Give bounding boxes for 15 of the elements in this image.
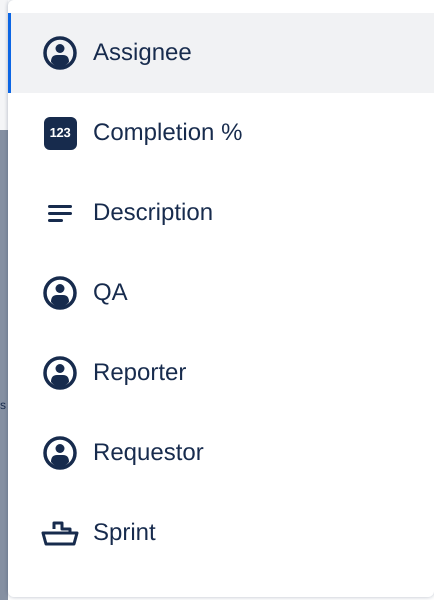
menu-item[interactable]: Assignee <box>8 13 434 93</box>
menu-item[interactable]: Requestor <box>8 413 434 493</box>
menu-item[interactable]: Reporter <box>8 333 434 413</box>
user-avatar-icon <box>43 36 77 70</box>
menu-item[interactable]: QA <box>8 253 434 333</box>
number-icon: 123 <box>44 116 76 150</box>
menu-item[interactable]: Description <box>8 173 434 253</box>
background-text: s <box>0 399 7 411</box>
boat-icon <box>41 520 79 546</box>
text-lines-icon <box>47 203 73 223</box>
menu-item[interactable]: Sprint <box>8 493 434 573</box>
menu-item[interactable]: 123 Completion % <box>8 93 434 173</box>
user-avatar-icon <box>43 276 77 310</box>
user-avatar-icon <box>43 356 77 390</box>
user-avatar-icon <box>43 436 77 470</box>
